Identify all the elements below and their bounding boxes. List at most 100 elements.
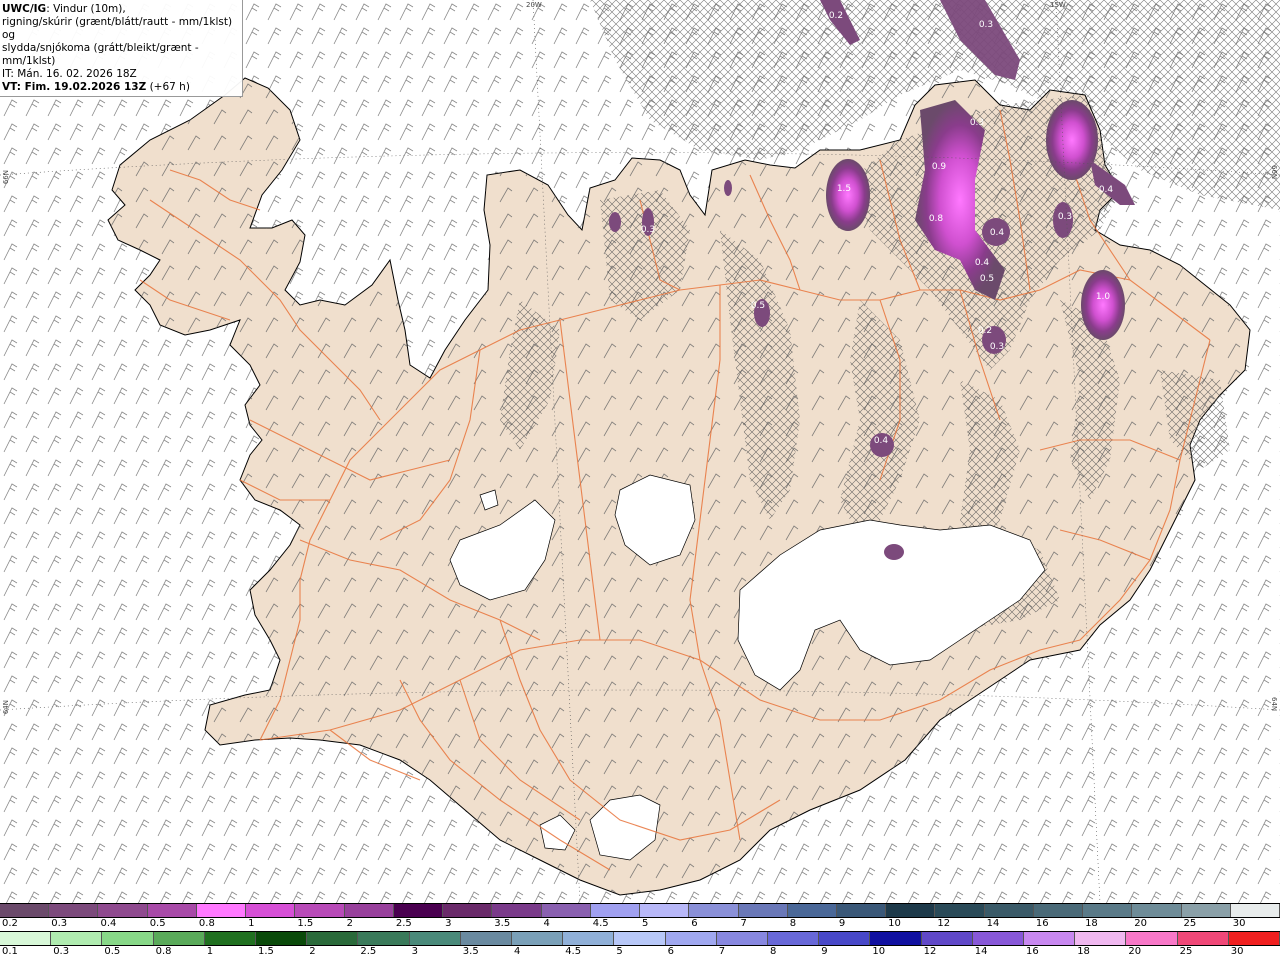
snow-scale-swatch: [1033, 904, 1084, 917]
snow-scale-swatch: [738, 904, 788, 917]
snow-scale-labels: 0.2 0.3 0.4 0.5 0.8 1 1.5 2 2.5 3 3.5 4 4.5 5 6 7 8 9 10 12…: [0, 918, 1280, 930]
snow-scale-label: 12: [937, 918, 951, 929]
snow-scale-label: 2: [346, 918, 353, 929]
snow-scale-swatch: [443, 904, 493, 917]
snow-scale-label: 25: [1183, 918, 1197, 929]
snow-scale-swatch: [98, 904, 148, 917]
rain-scale-swatch: [0, 932, 52, 945]
variable-line: : Vindur (10m),: [46, 3, 126, 15]
rain-scale-label: 14: [974, 946, 988, 957]
snow-scale-label: 10: [888, 918, 901, 929]
snow-scale-label: 0.2: [2, 918, 18, 929]
rain-scale-label: 20: [1128, 946, 1142, 957]
coord-64n-left: 64N: [2, 700, 10, 715]
snow-scale-label: 20: [1134, 918, 1148, 929]
snow-description: slydda/snjókoma (grátt/bleikt/grænt - mm…: [2, 42, 199, 67]
snow-scale-label: 0.4: [100, 918, 117, 929]
coord-20w: 20W: [526, 1, 542, 9]
snow-scale-label: 14: [986, 918, 1000, 929]
snow-scale-label: 4.5: [592, 918, 609, 929]
weather-map[interactable]: 0.2 0.3 0.3 1.5 0.9 0.8 0.4 0.3 0.4 0.5 …: [0, 0, 1280, 903]
snow-scale-swatch: [1132, 904, 1182, 917]
rain-scale-label: 7: [718, 946, 726, 957]
snow-scale-label: 4: [543, 918, 550, 929]
snow-scale-label: 9: [838, 918, 846, 929]
rain-scale-label: 0.1: [2, 946, 18, 957]
snow-scale-swatch: [49, 904, 99, 917]
coord-66n-left: 66N: [2, 170, 10, 185]
rain-scale-swatch: [563, 932, 615, 945]
rain-scale-label: 16: [1026, 946, 1039, 957]
rain-scale-swatch: [512, 932, 564, 945]
snow-scale-label: 7: [740, 918, 747, 929]
snow-scale-label: 3: [445, 918, 452, 929]
coord-64n-right: 64N: [1270, 697, 1278, 712]
rain-scale-swatch: [768, 932, 820, 945]
snow-scale-label: 18: [1085, 918, 1098, 929]
rain-scale-label: 0.3: [53, 946, 70, 957]
model-name: UWC/IG: [2, 3, 47, 15]
rain-scale-label: 10: [872, 946, 886, 957]
rain-scale-swatch: [358, 932, 410, 945]
rain-scale-label: 1: [206, 946, 214, 957]
snow-scale-swatch: [0, 904, 50, 917]
snow-scale-label: 1: [248, 918, 255, 929]
rain-scale-label: 3.5: [462, 946, 479, 957]
value-label: 0.4: [975, 258, 990, 268]
snow-scale-swatch: [787, 904, 837, 917]
snow-scale-label: 0.5: [149, 918, 166, 929]
value-label: 0.9: [932, 162, 947, 172]
snow-scale-label: 30: [1232, 918, 1246, 929]
rain-scale-swatch: [614, 932, 666, 945]
value-label: 0.3: [641, 225, 655, 235]
rain-scale-swatch: [1228, 932, 1280, 945]
rain-scale-label: 0.8: [155, 946, 172, 957]
rain-color-scale: [0, 931, 1280, 946]
snow-scale-label: 0.3: [51, 918, 68, 929]
snow-scale-swatch: [246, 904, 296, 917]
rain-scale-swatch: [716, 932, 769, 945]
snow-scale-swatch: [196, 904, 247, 917]
rain-scale-label: 6: [667, 946, 674, 957]
rain-scale-label: 4.5: [565, 946, 582, 957]
snow-scale-swatch: [984, 904, 1034, 917]
rain-scale-swatch: [819, 932, 871, 945]
snow-scale-swatch: [344, 904, 394, 917]
snow-scale-swatch: [935, 904, 985, 917]
snow-scale-swatch: [590, 904, 641, 917]
forecast-info-box: UWC/IG: Vindur (10m), rigning/skúrir (gr…: [0, 0, 243, 97]
value-label: 0.4: [874, 436, 889, 446]
rain-scale-swatch: [460, 932, 513, 945]
value-label: 0.4: [1099, 185, 1114, 195]
info-title: UWC/IG: Vindur (10m),: [2, 3, 240, 16]
snow-scale-swatch: [147, 904, 197, 917]
snow-scale-label: 0.8: [198, 918, 215, 929]
rain-scale-swatch: [1024, 932, 1076, 945]
rain-scale-label: 30: [1230, 946, 1244, 957]
initial-time: IT: Mán. 16. 02. 2026 18Z: [2, 68, 137, 80]
rain-scale-swatch: [1075, 932, 1127, 945]
snow-scale-swatch: [640, 904, 690, 917]
rain-scale-swatch: [307, 932, 359, 945]
rain-scale-swatch: [153, 932, 205, 945]
snow-scale-label: 8: [789, 918, 797, 929]
rain-scale-swatch: [665, 932, 717, 945]
rain-scale-labels: 0.1 0.3 0.5 0.8 1 1.5 2 2.5 3 3.5 4 4.5 5 6 7 8 9 10 12 14 1…: [0, 946, 1280, 958]
value-label: 0.3: [979, 20, 993, 30]
rain-scale-label: 2: [309, 946, 316, 957]
rain-scale-label: 9: [821, 946, 828, 957]
snow-scale-swatch: [1083, 904, 1133, 917]
snow-scale-swatch: [492, 904, 542, 917]
rain-scale-label: 8: [770, 946, 777, 957]
rain-scale-label: 18: [1077, 946, 1090, 957]
value-label: 0.4: [990, 228, 1005, 238]
snow-scale-swatch: [1181, 904, 1231, 917]
rain-scale-label: 4: [514, 946, 521, 957]
coord-66n-right: 66N: [1270, 165, 1278, 180]
snow-scale-swatch: [393, 904, 444, 917]
value-label: 0.3: [970, 118, 984, 128]
rain-scale-label: 25: [1179, 946, 1193, 957]
value-label: 0.3: [1058, 212, 1072, 222]
rain-scale-swatch: [972, 932, 1025, 945]
coord-15w: 15W: [1050, 1, 1066, 9]
